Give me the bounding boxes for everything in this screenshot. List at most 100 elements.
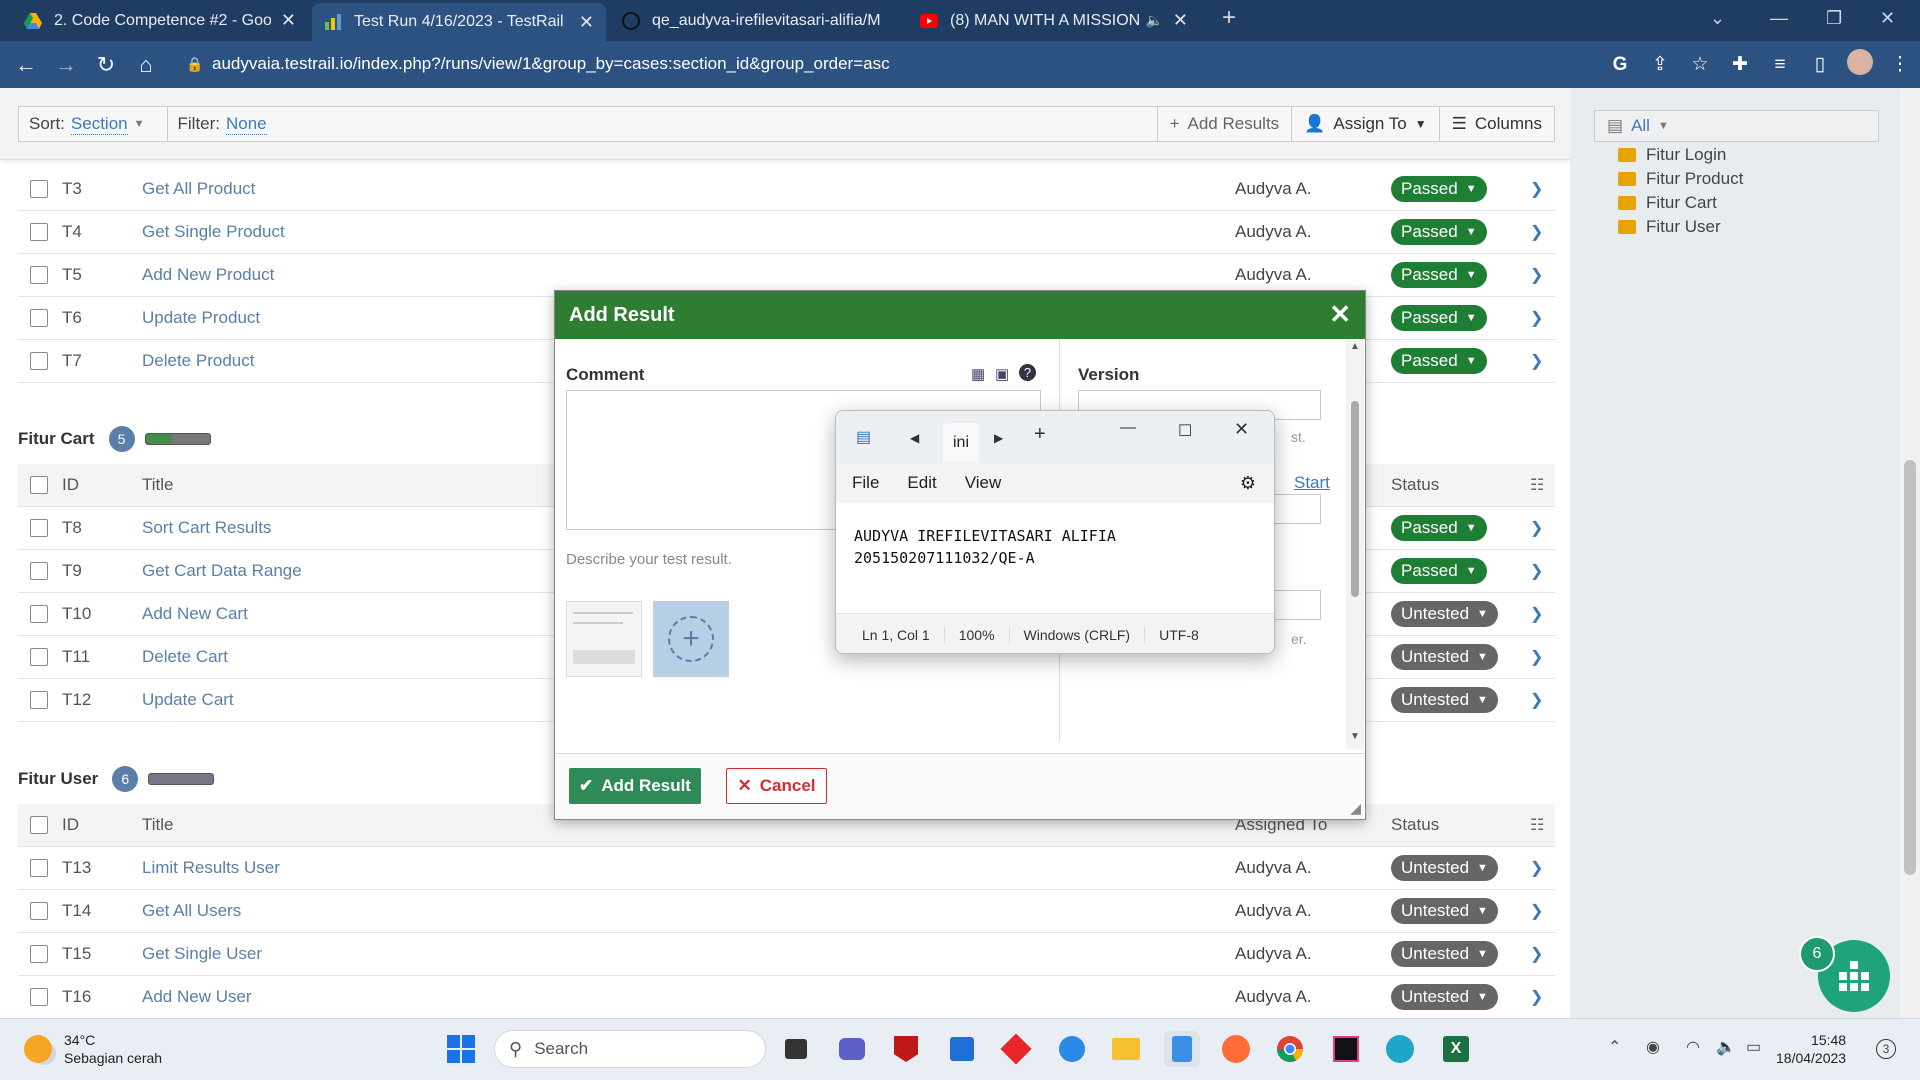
back-icon[interactable]: ←: [6, 52, 46, 78]
restore-icon[interactable]: ❐: [1826, 8, 1842, 29]
table-row[interactable]: T3 Get All Product Audyva A. Passed ▼ ❯: [18, 168, 1555, 211]
mcafee-icon[interactable]: [888, 1031, 924, 1067]
status-dropdown[interactable]: Passed ▼: [1391, 515, 1487, 541]
status-dropdown[interactable]: Untested ▼: [1391, 941, 1498, 967]
system-clock[interactable]: 15:48 18/04/2023: [1776, 1031, 1846, 1067]
minimize-icon[interactable]: —: [1120, 419, 1136, 437]
table-row[interactable]: T4 Get Single Product Audyva A. Passed ▼ ❯: [18, 211, 1555, 254]
dialog-scrollbar[interactable]: ▲ ▼: [1346, 339, 1364, 749]
wifi-icon[interactable]: ◠: [1686, 1037, 1700, 1057]
table-row[interactable]: T14 Get All Users Audyva A. Untested ▼ ❯: [18, 890, 1555, 933]
status-dropdown[interactable]: Untested ▼: [1391, 855, 1498, 881]
test-title-link[interactable]: Get Single User: [142, 944, 262, 964]
chevron-right-icon[interactable]: ❯: [1530, 222, 1543, 242]
sidebar-item-fitur-login[interactable]: Fitur Login: [1618, 145, 1726, 165]
battery-icon[interactable]: ▭: [1746, 1037, 1761, 1057]
task-view-icon[interactable]: [778, 1031, 814, 1067]
status-dropdown[interactable]: Untested ▼: [1391, 644, 1498, 670]
status-dropdown[interactable]: Passed ▼: [1391, 219, 1487, 245]
row-checkbox[interactable]: [30, 352, 48, 370]
test-title-link[interactable]: Get All Users: [142, 901, 241, 921]
row-checkbox[interactable]: [30, 223, 48, 241]
test-title-link[interactable]: Sort Cart Results: [142, 518, 271, 538]
weather-widget[interactable]: 34°C Sebagian cerah: [24, 1031, 162, 1067]
chevron-up-icon[interactable]: ⌃: [1608, 1037, 1621, 1057]
media-icon[interactable]: ≡: [1760, 54, 1800, 76]
select-all-checkbox[interactable]: [30, 816, 48, 834]
close-tab-icon[interactable]: ✕: [1173, 10, 1188, 31]
share-icon[interactable]: ⇪: [1640, 53, 1680, 76]
row-checkbox[interactable]: [30, 859, 48, 877]
column-settings-icon[interactable]: ☷: [1530, 475, 1544, 495]
status-dropdown[interactable]: Passed ▼: [1391, 305, 1487, 331]
test-title-link[interactable]: Get Single Product: [142, 222, 285, 242]
tab-scroll-right-icon[interactable]: ▶: [994, 431, 1003, 445]
add-results-button[interactable]: + Add Results: [1156, 106, 1292, 142]
minimize-icon[interactable]: —: [1770, 8, 1788, 29]
table-icon[interactable]: ▦: [971, 365, 985, 383]
chevron-right-icon[interactable]: ❯: [1530, 944, 1543, 964]
test-title-link[interactable]: Add New User: [142, 987, 252, 1007]
notification-badge[interactable]: 3: [1876, 1039, 1896, 1059]
table-row[interactable]: T13 Limit Results User Audyva A. Untested ▼ ❯: [18, 847, 1555, 890]
avatar[interactable]: [1840, 48, 1880, 81]
settings-gear-icon[interactable]: ⚙: [1240, 473, 1256, 494]
test-title-link[interactable]: Add New Cart: [142, 604, 248, 624]
chevron-right-icon[interactable]: ❯: [1530, 858, 1543, 878]
sidebar-item-fitur-product[interactable]: Fitur Product: [1618, 169, 1743, 189]
sidepanel-icon[interactable]: ▯: [1800, 53, 1840, 76]
chrome-icon[interactable]: [1272, 1031, 1308, 1067]
menu-file[interactable]: File: [852, 473, 879, 493]
google-icon[interactable]: G: [1600, 54, 1640, 76]
table-row[interactable]: T15 Get Single User Audyva A. Untested ▼ ❯: [18, 933, 1555, 976]
image-icon[interactable]: ▣: [995, 365, 1009, 383]
chevron-right-icon[interactable]: ❯: [1530, 901, 1543, 921]
help-app-icon[interactable]: [1054, 1031, 1090, 1067]
status-dropdown[interactable]: Untested ▼: [1391, 601, 1498, 627]
chevron-right-icon[interactable]: ❯: [1530, 265, 1543, 285]
bookmark-star-icon[interactable]: ☆: [1680, 53, 1720, 76]
close-icon[interactable]: ✕: [1234, 419, 1249, 440]
test-title-link[interactable]: Delete Cart: [142, 647, 228, 667]
row-checkbox[interactable]: [30, 902, 48, 920]
extensions-icon[interactable]: ✚: [1720, 53, 1760, 76]
test-title-link[interactable]: Delete Product: [142, 351, 254, 371]
row-checkbox[interactable]: [30, 309, 48, 327]
meet-icon[interactable]: [834, 1031, 870, 1067]
browser-tab-youtube[interactable]: (8) MAN WITH A MISSION×m 🔈 ✕: [908, 0, 1200, 41]
table-row[interactable]: T16 Add New User Audyva A. Untested ▼ ❯: [18, 976, 1555, 1018]
reload-icon[interactable]: ↻: [86, 52, 126, 78]
close-tab-icon[interactable]: ✕: [579, 12, 594, 33]
sort-dropdown[interactable]: Section: [70, 114, 128, 135]
add-result-button[interactable]: ✔ Add Result: [569, 768, 701, 804]
maximize-icon[interactable]: ☐: [1178, 421, 1192, 441]
test-title-link[interactable]: Update Product: [142, 308, 260, 328]
excel-icon[interactable]: X: [1438, 1031, 1474, 1067]
resize-handle-icon[interactable]: ◢: [1350, 800, 1361, 817]
menu-view[interactable]: View: [965, 473, 1002, 493]
notepad-taskbar-icon[interactable]: [1164, 1031, 1200, 1067]
row-checkbox[interactable]: [30, 180, 48, 198]
row-checkbox[interactable]: [30, 691, 48, 709]
test-title-link[interactable]: Add New Product: [142, 265, 274, 285]
row-checkbox[interactable]: [30, 605, 48, 623]
menu-edit[interactable]: Edit: [907, 473, 936, 493]
start-link[interactable]: Start: [1294, 473, 1330, 493]
new-tab-icon[interactable]: +: [1034, 423, 1046, 446]
status-dropdown[interactable]: Passed ▼: [1391, 558, 1487, 584]
attachment-thumbnail[interactable]: [566, 601, 642, 677]
chevron-right-icon[interactable]: ❯: [1530, 518, 1543, 538]
row-checkbox[interactable]: [30, 519, 48, 537]
close-icon[interactable]: ✕: [1329, 299, 1351, 330]
intellij-icon[interactable]: [1328, 1031, 1364, 1067]
mcafee-tray-icon[interactable]: ◉: [1646, 1037, 1660, 1057]
app-diamond-icon[interactable]: [998, 1031, 1034, 1067]
edge-icon[interactable]: [1382, 1031, 1418, 1067]
volume-icon[interactable]: 🔈: [1716, 1037, 1736, 1057]
status-dropdown[interactable]: Untested ▼: [1391, 984, 1498, 1010]
columns-button[interactable]: ☰ Columns: [1438, 106, 1554, 142]
help-icon[interactable]: ?: [1019, 364, 1036, 381]
taskbar-search[interactable]: ⚲ Search: [494, 1030, 766, 1068]
notepad-editor[interactable]: AUDYVA IREFILEVITASARI ALIFIA 20515020711…: [836, 503, 1274, 613]
sidebar-item-fitur-cart[interactable]: Fitur Cart: [1618, 193, 1717, 213]
